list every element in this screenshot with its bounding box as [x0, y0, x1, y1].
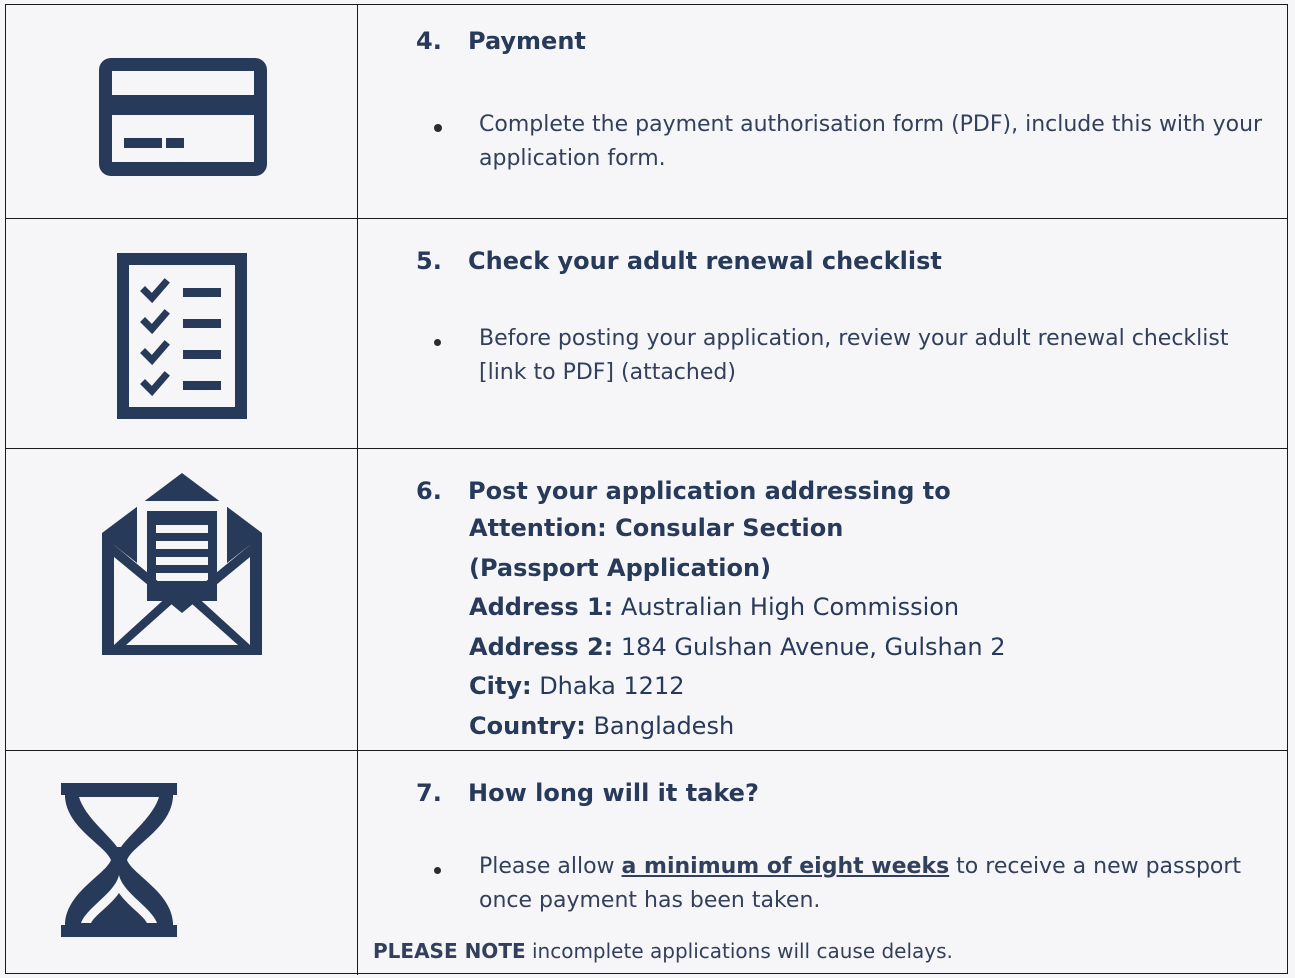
step-row-payment: 4. Payment Complete the payment authorisa… — [6, 5, 1287, 219]
mailing-address: Attention: Consular Section (Passport Ap… — [469, 509, 1006, 746]
step-bullet-text: Please allow a minimum of eight weeks to… — [479, 854, 1242, 913]
open-envelope-icon — [102, 473, 262, 655]
step-heading: 7. How long will it take? — [416, 779, 759, 807]
address2-line: Address 2: 184 Gulshan Avenue, Gulshan 2 — [469, 632, 1006, 661]
step-heading: 4. Payment — [416, 27, 586, 55]
bullet — [434, 339, 441, 346]
step-bullet-text: Before posting your application, review … — [479, 326, 1229, 385]
credit-card-icon — [99, 58, 267, 176]
please-note: PLEASE NOTE incomplete applications will… — [373, 939, 953, 963]
bullet — [434, 867, 441, 874]
step-row-checklist: 5. Check your adult renewal checklist Bef… — [6, 219, 1287, 449]
address1-line: Address 1: Australian High Commission — [469, 593, 960, 621]
bullet — [434, 124, 442, 132]
country-line: Country: Bangladesh — [469, 711, 735, 740]
steps-table: 4. Payment Complete the payment authorisa… — [5, 4, 1288, 975]
step-heading: 6. Post your application addressing to — [416, 477, 951, 505]
minimum-time-link[interactable]: a minimum of eight weeks — [622, 854, 950, 879]
checklist-icon — [117, 253, 247, 419]
step-bullet-text: Complete the payment authorisation form … — [479, 112, 1263, 171]
city-line: City: Dhaka 1212 — [469, 672, 685, 700]
step-heading: 5. Check your adult renewal checklist — [416, 247, 942, 275]
step-row-timing: 7. How long will it take? Please allow a … — [6, 751, 1287, 975]
attention-line: (Passport Application) — [469, 553, 772, 582]
hourglass-icon — [61, 783, 177, 937]
attention-line: Attention: Consular Section — [469, 514, 844, 542]
step-row-post: 6. Post your application addressing to At… — [6, 449, 1287, 751]
